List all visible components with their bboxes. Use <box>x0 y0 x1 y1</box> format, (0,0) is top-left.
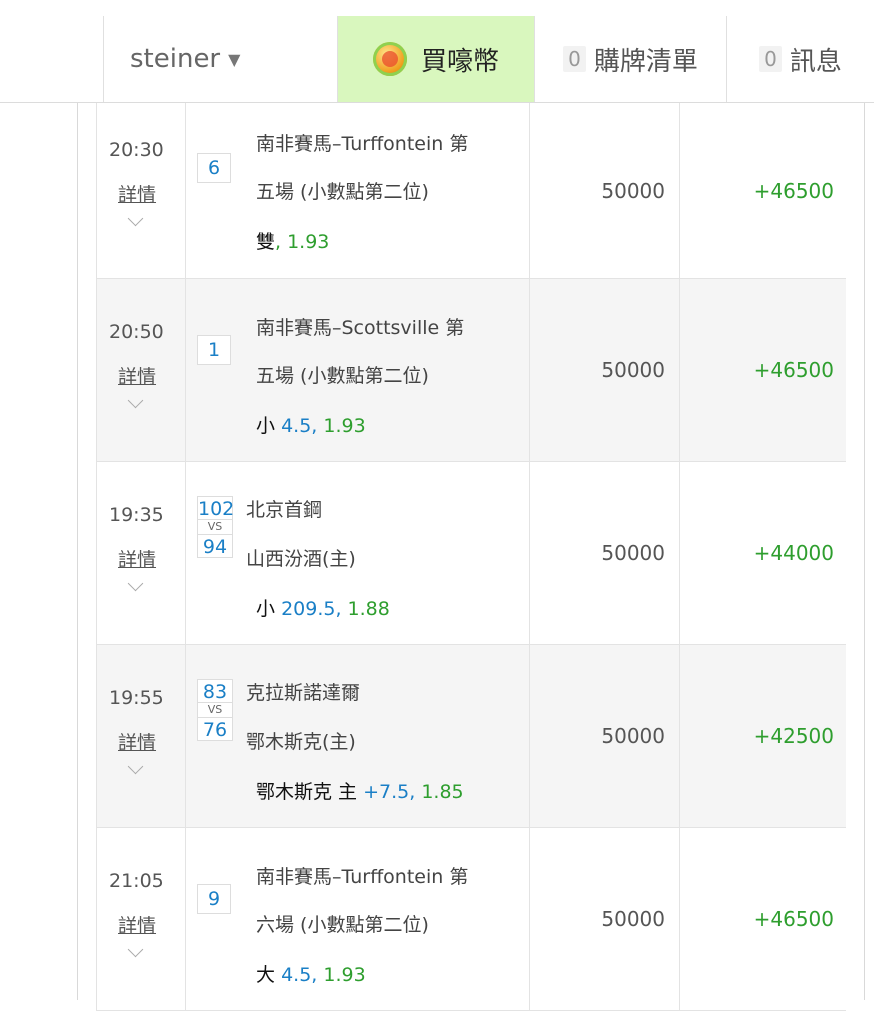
selection-pick: 雙 <box>256 231 276 253</box>
bet-history-table: 20:30 詳情 6 南非賽馬–Turffontein 第 五場 (小數點第二位… <box>96 103 846 1011</box>
time-cell: 19:55 詳情 <box>96 645 186 827</box>
table-row: 20:30 詳情 6 南非賽馬–Turffontein 第 五場 (小數點第二位… <box>96 103 846 279</box>
bet-time: 19:55 <box>109 687 164 709</box>
bet-selection: 小 209.5, 1.88 <box>256 594 390 621</box>
event-subtitle: 五場 (小數點第二位) <box>256 181 429 203</box>
selection-line: 209.5, <box>281 598 342 620</box>
table-row: 19:35 詳情 102 VS 94 北京首鋼 山西汾酒(主) 小 209.5,… <box>96 462 846 645</box>
details-link[interactable]: 詳情 <box>118 728 156 755</box>
race-number-badge: 9 <box>197 884 231 914</box>
details-link[interactable]: 詳情 <box>118 545 156 572</box>
chevron-down-icon[interactable] <box>127 575 144 592</box>
vs-label: VS <box>197 703 233 717</box>
details-link[interactable]: 詳情 <box>118 911 156 938</box>
selection-pick: 小 <box>256 598 276 620</box>
away-score: 76 <box>197 717 233 741</box>
selection-odds: 1.93 <box>323 964 366 986</box>
win-amount-cell: +46500 <box>753 178 834 203</box>
messages-label: 訊息 <box>789 46 842 77</box>
cart-label: 購牌清單 <box>593 46 698 77</box>
team-b-name: 山西汾酒(主) <box>246 548 356 570</box>
selection-pick: 鄂木斯克 主 <box>256 781 358 803</box>
bet-selection: 小 4.5, 1.93 <box>256 411 366 438</box>
win-amount-cell: +46500 <box>753 358 834 382</box>
bet-time: 20:50 <box>109 321 164 343</box>
cart-count-badge: 0 <box>563 46 586 72</box>
win-amount-cell: +42500 <box>753 724 834 748</box>
team-a-name: 北京首鋼 <box>246 499 323 521</box>
event-title: 南非賽馬–Turffontein 第 <box>256 866 469 888</box>
table-row: 21:05 詳情 9 南非賽馬–Turffontein 第 六場 (小數點第二位… <box>96 828 846 1011</box>
buy-coins-button[interactable]: 買嚎幣 <box>337 16 534 102</box>
stake-cell: 50000 <box>530 279 680 461</box>
cart-button[interactable]: 0 購牌清單 <box>534 16 726 102</box>
selection-line: +7.5, <box>363 781 416 803</box>
event-cell: 6 南非賽馬–Turffontein 第 五場 (小數點第二位) 雙, 1.93 <box>186 103 530 278</box>
home-score: 102 <box>197 496 235 520</box>
event-title: 南非賽馬–Scottsville 第 <box>256 317 465 339</box>
event-cell: 9 南非賽馬–Turffontein 第 六場 (小數點第二位) 大 4.5, … <box>186 828 530 1010</box>
table-row: 20:50 詳情 1 南非賽馬–Scottsville 第 五場 (小數點第二位… <box>96 279 846 462</box>
event-cell: 1 南非賽馬–Scottsville 第 五場 (小數點第二位) 小 4.5, … <box>186 279 530 461</box>
stake-cell: 50000 <box>530 645 680 827</box>
time-cell: 21:05 詳情 <box>96 828 186 1010</box>
username: steiner <box>130 44 221 74</box>
selection-line: 4.5, <box>281 964 318 986</box>
time-cell: 20:50 詳情 <box>96 279 186 461</box>
event-subtitle: 六場 (小數點第二位) <box>256 914 429 936</box>
selection-odds: , 1.93 <box>275 231 330 253</box>
caret-down-icon: ▼ <box>228 49 241 69</box>
table-row: 19:55 詳情 83 VS 76 克拉斯諾達爾 鄂木斯克(主) 鄂木斯克 主 … <box>96 645 846 828</box>
event-cell: 83 VS 76 克拉斯諾達爾 鄂木斯克(主) 鄂木斯克 主 +7.5, 1.8… <box>186 645 530 827</box>
race-number-badge: 6 <box>197 153 231 183</box>
bet-time: 20:30 <box>109 139 164 161</box>
buy-coins-label: 買嚎幣 <box>420 46 499 77</box>
race-number-badge: 1 <box>197 335 231 365</box>
team-b-name: 鄂木斯克(主) <box>246 731 356 753</box>
away-score: 94 <box>197 534 233 558</box>
selection-odds: 1.93 <box>323 415 366 437</box>
event-cell: 102 VS 94 北京首鋼 山西汾酒(主) 小 209.5, 1.88 <box>186 462 530 644</box>
bet-time: 19:35 <box>109 504 164 526</box>
chevron-down-icon[interactable] <box>127 941 144 958</box>
stake-cell: 50000 <box>530 103 680 278</box>
win-amount-cell: +44000 <box>753 541 834 565</box>
details-link[interactable]: 詳情 <box>118 362 156 389</box>
coin-icon <box>372 42 407 76</box>
message-count-badge: 0 <box>759 46 782 72</box>
messages-button[interactable]: 0 訊息 <box>726 16 874 102</box>
stake-cell: 50000 <box>530 462 680 644</box>
selection-odds: 1.85 <box>421 781 464 803</box>
bet-selection: 大 4.5, 1.93 <box>256 960 366 987</box>
selection-pick: 大 <box>256 964 276 986</box>
score-box: 102 VS 94 <box>197 496 235 558</box>
user-menu-dropdown[interactable]: steiner ▼ <box>103 16 337 102</box>
time-cell: 20:30 詳情 <box>96 103 186 278</box>
top-navigation-bar: steiner ▼ 買嚎幣 0 購牌清單 0 訊息 <box>0 0 874 103</box>
chevron-down-icon[interactable] <box>127 210 144 227</box>
event-subtitle: 五場 (小數點第二位) <box>256 365 429 387</box>
score-box: 83 VS 76 <box>197 679 233 741</box>
chevron-down-icon[interactable] <box>127 758 144 775</box>
vs-label: VS <box>197 520 233 534</box>
home-score: 83 <box>197 679 233 703</box>
stake-cell: 50000 <box>530 828 680 1010</box>
team-a-name: 克拉斯諾達爾 <box>246 682 361 704</box>
selection-pick: 小 <box>256 415 276 437</box>
time-cell: 19:35 詳情 <box>96 462 186 644</box>
event-title: 南非賽馬–Turffontein 第 <box>256 133 469 155</box>
win-amount-cell: +46500 <box>753 907 834 931</box>
bet-selection: 鄂木斯克 主 +7.5, 1.85 <box>256 777 464 804</box>
selection-line: 4.5, <box>281 415 318 437</box>
details-link[interactable]: 詳情 <box>118 180 156 207</box>
chevron-down-icon[interactable] <box>127 392 144 409</box>
bet-time: 21:05 <box>109 870 164 892</box>
bet-selection: 雙, 1.93 <box>256 227 329 254</box>
selection-odds: 1.88 <box>347 598 390 620</box>
